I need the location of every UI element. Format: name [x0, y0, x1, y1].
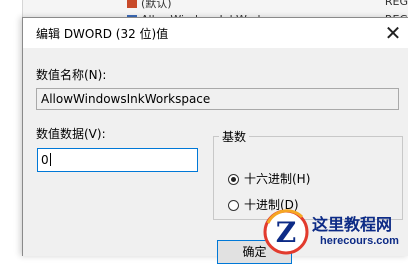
- string-value-icon: [127, 0, 137, 8]
- registry-value-name: (默认): [141, 0, 172, 10]
- dialog-title: 编辑 DWORD (32 位)值: [36, 27, 169, 41]
- registry-value-row[interactable]: (默认): [127, 0, 172, 10]
- value-data-label: 数值数据(V):: [36, 127, 106, 141]
- watermark-site-url: herecours.com: [320, 235, 399, 247]
- site-watermark: Z 这里教程网 herecours.com: [262, 209, 408, 255]
- radio-checked-icon: [228, 174, 239, 185]
- value-name-field: AllowWindowsInkWorkspace: [36, 88, 399, 110]
- close-icon[interactable]: ✕: [381, 21, 405, 45]
- base-group-label: 基数: [219, 128, 250, 145]
- value-data-input[interactable]: 0: [37, 148, 198, 172]
- tree-pane-edge: [0, 0, 23, 24]
- radio-hexadecimal[interactable]: 十六进制(H): [228, 170, 310, 187]
- radio-unchecked-icon: [228, 200, 239, 211]
- dialog-titlebar[interactable]: 编辑 DWORD (32 位)值 ✕: [23, 18, 408, 48]
- value-data-text: 0: [41, 153, 49, 167]
- radio-label: 十六进制(H): [244, 172, 311, 186]
- watermark-site-name: 这里教程网: [312, 215, 393, 234]
- text-caret: [49, 153, 51, 166]
- registry-value-type: REG: [384, 0, 408, 8]
- value-name-label: 数值名称(N):: [36, 68, 107, 82]
- watermark-logo-letter: Z: [276, 216, 296, 249]
- watermark-logo-icon: Z: [263, 209, 309, 255]
